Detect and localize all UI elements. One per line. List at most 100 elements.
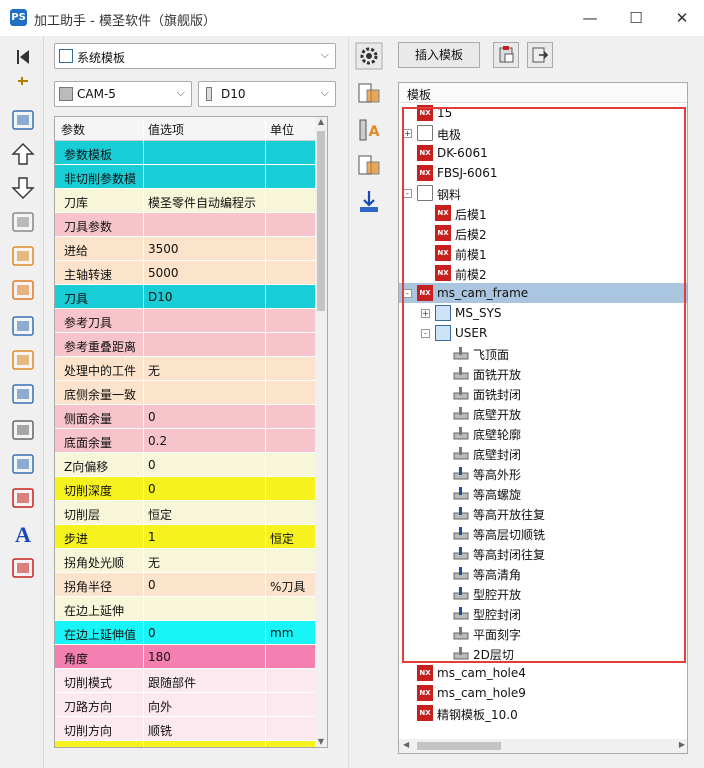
setup-icon[interactable] bbox=[9, 380, 37, 408]
grid-row[interactable]: 底侧余量一致 bbox=[55, 381, 317, 405]
hscroll-thumb[interactable] bbox=[417, 742, 501, 750]
column-header-param: 参数 bbox=[61, 123, 86, 137]
document-edit-icon[interactable] bbox=[9, 312, 37, 340]
delete-tool-icon[interactable] bbox=[9, 484, 37, 512]
workpiece-icon[interactable] bbox=[9, 346, 37, 374]
grid-row[interactable]: 刀具 D10 bbox=[55, 285, 317, 309]
tree-item[interactable]: NX ms_cam_hole9 bbox=[399, 683, 687, 703]
param-value[interactable]: 0 bbox=[148, 626, 260, 640]
param-name: 在边上延伸值 bbox=[64, 628, 137, 642]
part-icon[interactable] bbox=[9, 208, 37, 236]
import-icon[interactable] bbox=[355, 188, 383, 216]
scroll-left-icon[interactable]: ◀ bbox=[403, 740, 409, 749]
parameter-scrollbar[interactable]: ▲ ▼ bbox=[315, 117, 327, 747]
scroll-down-icon[interactable]: ▼ bbox=[315, 737, 327, 747]
param-value[interactable]: 1 bbox=[148, 530, 260, 544]
param-value[interactable]: 模圣零件自动编程示 bbox=[148, 194, 260, 211]
grid-row[interactable]: 底面余量 0.2 bbox=[55, 429, 317, 453]
grid-row[interactable]: 切削方向 顺铣 bbox=[55, 717, 317, 741]
move-down-icon[interactable] bbox=[9, 174, 37, 202]
param-name: 切削模式 bbox=[64, 676, 113, 690]
eraser-icon[interactable] bbox=[9, 242, 37, 270]
grid-row[interactable]: 刀库 模圣零件自动编程示 bbox=[55, 189, 317, 213]
param-value[interactable]: 无 bbox=[148, 362, 260, 379]
grid-row[interactable]: 切削模式 跟随部件 bbox=[55, 669, 317, 693]
grid-row[interactable]: 切削深度 0 bbox=[55, 477, 317, 501]
hatch-icon[interactable] bbox=[9, 416, 37, 444]
template-stack-icon[interactable] bbox=[355, 80, 383, 108]
param-value[interactable]: 0 bbox=[148, 482, 260, 496]
scroll-right-icon[interactable]: ▶ bbox=[679, 740, 685, 749]
grid-row[interactable]: 非切削参数模 bbox=[55, 165, 317, 189]
export-template-button[interactable] bbox=[527, 42, 553, 68]
grid-row[interactable]: 斜坡角 0 bbox=[55, 741, 317, 747]
paste-template-button[interactable] bbox=[493, 42, 519, 68]
scroll-thumb[interactable] bbox=[317, 131, 325, 311]
pin-icon[interactable] bbox=[9, 74, 37, 102]
tool-combo[interactable]: D10 ⌵ bbox=[198, 81, 336, 107]
grid-row[interactable]: 步进 1 恒定 bbox=[55, 525, 317, 549]
copy-tool-icon[interactable] bbox=[9, 450, 37, 478]
grid-row[interactable]: 在边上延伸值 0 mm bbox=[55, 621, 317, 645]
grid-row[interactable]: 侧面余量 0 bbox=[55, 405, 317, 429]
layer-icon[interactable] bbox=[355, 152, 383, 180]
param-value[interactable]: 恒定 bbox=[148, 506, 260, 523]
param-name: 非切削参数模 bbox=[64, 172, 137, 186]
tool-combo-value: D10 bbox=[221, 87, 246, 101]
param-value[interactable]: 跟随部件 bbox=[148, 674, 260, 691]
grid-row[interactable]: 参考刀具 bbox=[55, 309, 317, 333]
nx-template-icon: NX bbox=[417, 665, 433, 681]
param-value[interactable]: 0 bbox=[148, 578, 260, 592]
close-icon[interactable]: ✕ bbox=[667, 6, 697, 30]
param-value[interactable]: 0.2 bbox=[148, 434, 260, 448]
grid-row[interactable]: 进给 3500 bbox=[55, 237, 317, 261]
boundary-icon[interactable] bbox=[9, 276, 37, 304]
grid-row[interactable]: 拐角处光顺 无 bbox=[55, 549, 317, 573]
text-style-icon[interactable]: A bbox=[355, 116, 383, 144]
param-name: 角度 bbox=[64, 652, 89, 666]
template-combo[interactable]: 系统模板 ⌵ bbox=[54, 43, 336, 69]
param-value[interactable]: 0 bbox=[148, 410, 260, 424]
grid-row[interactable]: 主轴转速 5000 bbox=[55, 261, 317, 285]
insert-template-button[interactable]: 插入模板 bbox=[398, 42, 480, 68]
param-name: 参考重叠距离 bbox=[64, 340, 137, 354]
param-value[interactable]: 0 bbox=[148, 458, 260, 472]
tree-hscrollbar[interactable]: ◀ ▶ bbox=[399, 739, 687, 753]
column-header-value: 值选项 bbox=[148, 123, 185, 137]
param-value[interactable]: D10 bbox=[148, 290, 260, 304]
param-value[interactable]: 3500 bbox=[148, 242, 260, 256]
grid-row[interactable]: 拐角半径 0 %刀具 bbox=[55, 573, 317, 597]
tool-icon bbox=[206, 87, 212, 101]
move-up-icon[interactable] bbox=[9, 140, 37, 168]
param-value[interactable]: 顺铣 bbox=[148, 722, 260, 739]
grid-row[interactable]: 刀路方向 向外 bbox=[55, 693, 317, 717]
scroll-up-icon[interactable]: ▲ bbox=[315, 117, 327, 129]
param-value[interactable]: 无 bbox=[148, 554, 260, 571]
param-value[interactable]: 0 bbox=[148, 746, 260, 747]
param-name: 参数模板 bbox=[64, 148, 113, 162]
grid-row[interactable]: 角度 180 bbox=[55, 645, 317, 669]
template-doc-icon bbox=[59, 49, 73, 63]
tree-item[interactable]: NX ms_cam_hole4 bbox=[399, 663, 687, 683]
program-combo[interactable]: CAM-5 ⌵ bbox=[54, 81, 192, 107]
collapse-left-icon[interactable] bbox=[9, 46, 37, 74]
grid-row[interactable]: 处理中的工件无 bbox=[55, 357, 317, 381]
maximize-icon[interactable]: ☐ bbox=[621, 6, 651, 30]
param-value[interactable]: 180 bbox=[148, 650, 260, 664]
tree-item[interactable]: NX 精钢模板_10.0 bbox=[399, 703, 687, 723]
refresh-icon[interactable] bbox=[9, 106, 37, 134]
param-name: 拐角处光顺 bbox=[64, 556, 125, 570]
settings-gear-icon[interactable] bbox=[355, 42, 383, 70]
minimize-icon[interactable]: — bbox=[575, 6, 605, 30]
grid-row[interactable]: 刀具参数 bbox=[55, 213, 317, 237]
text-A-icon[interactable]: A bbox=[9, 520, 37, 548]
program-combo-value: CAM-5 bbox=[77, 87, 116, 101]
grid-row[interactable]: 切削层 恒定 bbox=[55, 501, 317, 525]
grid-row[interactable]: Z向偏移 0 bbox=[55, 453, 317, 477]
param-value[interactable]: 向外 bbox=[148, 698, 260, 715]
grid-row[interactable]: 参考重叠距离 bbox=[55, 333, 317, 357]
toolpath-icon[interactable] bbox=[9, 554, 37, 582]
grid-row[interactable]: 在边上延伸 bbox=[55, 597, 317, 621]
param-value[interactable]: 5000 bbox=[148, 266, 260, 280]
grid-row[interactable]: 参数模板 bbox=[55, 141, 317, 165]
